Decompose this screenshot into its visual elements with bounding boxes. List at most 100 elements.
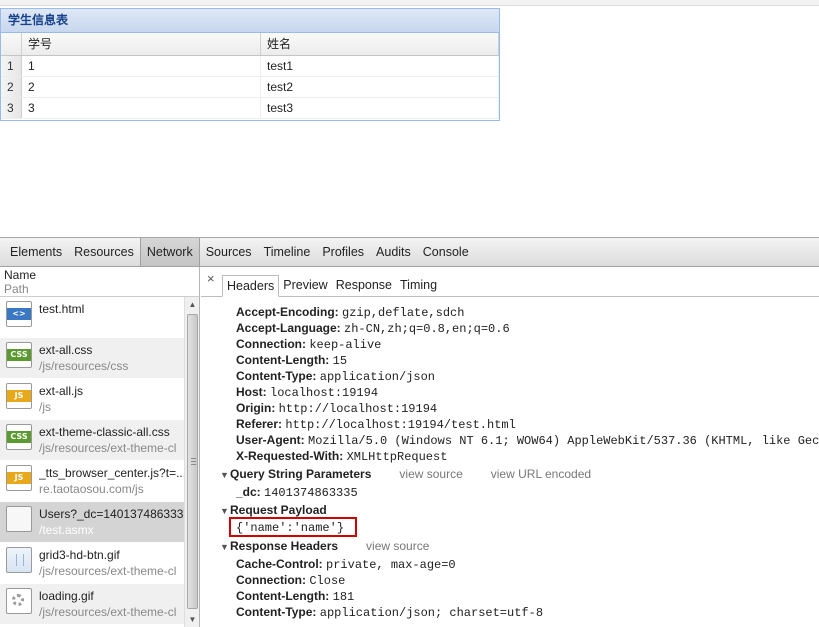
path-column-label: Path bbox=[4, 282, 29, 296]
header-row: X-Requested-With: XMLHttpRequest bbox=[236, 448, 447, 465]
table-row[interactable]: 2 2 test2 bbox=[1, 77, 499, 98]
tab-headers[interactable]: Headers bbox=[222, 275, 280, 297]
request-details-panel: × Headers Preview Response Timing Accept… bbox=[201, 267, 819, 627]
header-key: Referer: bbox=[236, 417, 283, 431]
tab-elements[interactable]: Elements bbox=[4, 238, 68, 266]
payload-value: {'name':'name'} bbox=[236, 521, 345, 535]
request-path: /js/resources/css bbox=[39, 359, 129, 373]
header-value: Close bbox=[309, 574, 346, 588]
grid-header: 学号 姓名 bbox=[1, 33, 499, 56]
list-item[interactable]: JS _tts_browser_center.js?t=... re.taotao… bbox=[0, 461, 184, 502]
header-row: Content-Type: application/json bbox=[236, 368, 435, 385]
request-path: re.taotaosou.com/js bbox=[39, 482, 144, 496]
table-row[interactable]: 1 1 test1 bbox=[1, 56, 499, 77]
scroll-down-arrow-icon[interactable]: ▼ bbox=[185, 612, 200, 627]
view-url-encoded-link[interactable]: view URL encoded bbox=[491, 467, 591, 481]
cell-id: 2 bbox=[22, 77, 261, 97]
header-value: private, max-age=0 bbox=[326, 558, 456, 572]
blank-file-icon bbox=[6, 506, 32, 532]
header-row: Connection: Close bbox=[236, 572, 345, 589]
scroll-up-arrow-icon[interactable]: ▲ bbox=[185, 297, 200, 312]
scrollbar-thumb[interactable] bbox=[187, 314, 198, 609]
grid-title: 学生信息表 bbox=[1, 9, 499, 33]
list-item-selected[interactable]: Users?_dc=1401374863335/test.asmx bbox=[0, 502, 184, 543]
table-row[interactable]: 3 3 test3 bbox=[1, 98, 499, 119]
tab-preview[interactable]: Preview bbox=[279, 275, 331, 296]
headers-view: Accept-Encoding: gzip,deflate,sdch Accep… bbox=[201, 298, 819, 627]
tab-audits[interactable]: Audits bbox=[370, 238, 417, 266]
header-key: Accept-Language: bbox=[236, 321, 341, 335]
tab-resources[interactable]: Resources bbox=[68, 238, 140, 266]
view-source-link[interactable]: view source bbox=[399, 467, 462, 481]
request-name: _tts_browser_center.js?t=... bbox=[39, 466, 184, 480]
header-value: keep-alive bbox=[309, 338, 382, 352]
devtools-tabbar: Elements Resources Network Sources Timel… bbox=[0, 237, 819, 267]
header-key: User-Agent: bbox=[236, 433, 305, 447]
row-number: 1 bbox=[1, 56, 22, 76]
response-section-header[interactable]: ▼Response Headers view source bbox=[220, 538, 429, 555]
header-key: Origin: bbox=[236, 401, 276, 415]
student-grid: 学生信息表 学号 姓名 1 1 test1 2 2 test2 3 3 test… bbox=[0, 8, 500, 121]
close-icon[interactable]: × bbox=[207, 272, 215, 286]
header-value: 181 bbox=[332, 590, 355, 604]
request-path: /js/resources/ext-theme-cl bbox=[39, 441, 177, 455]
request-name: Users?_dc=1401374863335 bbox=[39, 507, 184, 521]
header-value: XMLHttpRequest bbox=[346, 450, 448, 464]
tab-timing[interactable]: Timing bbox=[396, 275, 441, 296]
header-row: Content-Length: 181 bbox=[236, 588, 354, 605]
rownumber-header bbox=[1, 33, 22, 55]
header-key: Content-Type: bbox=[236, 369, 317, 383]
header-key: Host: bbox=[236, 385, 267, 399]
list-item[interactable]: CSS ext-all.css/js/resources/css bbox=[0, 338, 184, 379]
list-item[interactable]: JS ext-all.js/js bbox=[0, 379, 184, 420]
param-value: 1401374863335 bbox=[264, 486, 358, 500]
header-key: Content-Length: bbox=[236, 353, 330, 367]
tab-response[interactable]: Response bbox=[332, 275, 396, 296]
header-row: Cache-Control: private, max-age=0 bbox=[236, 556, 456, 573]
tab-console[interactable]: Console bbox=[417, 238, 475, 266]
request-name: test.html bbox=[39, 302, 85, 316]
tab-profiles[interactable]: Profiles bbox=[316, 238, 370, 266]
header-key: X-Requested-With: bbox=[236, 449, 344, 463]
request-list-scrollbar[interactable]: ▲ ▼ bbox=[184, 297, 199, 627]
request-path: /js/resources/ext-theme-cl bbox=[39, 605, 177, 619]
tab-network[interactable]: Network bbox=[139, 238, 200, 266]
expand-triangle-icon[interactable]: ▼ bbox=[220, 467, 230, 483]
cell-id: 3 bbox=[22, 98, 261, 118]
header-value: 15 bbox=[332, 354, 348, 368]
section-title: Request Payload bbox=[230, 503, 327, 517]
header-row: Connection: keep-alive bbox=[236, 336, 381, 353]
list-item[interactable]: CSS ext-theme-classic-all.css/js/resourc… bbox=[0, 420, 184, 461]
request-name: ext-theme-classic-all.css bbox=[39, 425, 170, 439]
column-header-id[interactable]: 学号 bbox=[22, 33, 261, 55]
list-item[interactable]: grid3-hd-btn.gif/js/resources/ext-theme-… bbox=[0, 543, 184, 584]
view-source-link[interactable]: view source bbox=[366, 539, 429, 553]
tab-timeline[interactable]: Timeline bbox=[258, 238, 317, 266]
header-value: gzip,deflate,sdch bbox=[342, 306, 465, 320]
expand-triangle-icon[interactable]: ▼ bbox=[220, 539, 230, 555]
header-value: Mozilla/5.0 (Windows NT 6.1; WOW64) Appl… bbox=[308, 434, 819, 448]
header-key: Content-Length: bbox=[236, 589, 330, 603]
css-file-icon: CSS bbox=[6, 342, 32, 368]
request-name: ext-all.js bbox=[39, 384, 84, 398]
header-value: zh-CN,zh;q=0.8,en;q=0.6 bbox=[344, 322, 510, 336]
row-number: 2 bbox=[1, 77, 22, 97]
header-row: Origin: http://localhost:19194 bbox=[236, 400, 437, 417]
header-value: application/json; charset=utf-8 bbox=[319, 606, 544, 620]
request-list-header[interactable]: Name Path bbox=[0, 267, 199, 297]
header-value: http://localhost:19194 bbox=[278, 402, 438, 416]
header-value: localhost:19194 bbox=[270, 386, 379, 400]
list-item[interactable]: loading.gif/js/resources/ext-theme-cl bbox=[0, 584, 184, 625]
cell-name: test1 bbox=[261, 56, 499, 76]
column-header-name[interactable]: 姓名 bbox=[261, 33, 499, 55]
details-tabbar: × Headers Preview Response Timing bbox=[201, 267, 819, 297]
list-item[interactable]: <> test.html bbox=[0, 297, 184, 338]
top-page-strip bbox=[0, 0, 819, 6]
query-section-header[interactable]: ▼Query String Parameters view source view … bbox=[220, 466, 591, 483]
section-title: Response Headers bbox=[230, 539, 339, 553]
request-name: grid3-hd-btn.gif bbox=[39, 548, 120, 562]
header-key: Accept-Encoding: bbox=[236, 305, 339, 319]
name-column-label: Name bbox=[4, 268, 37, 282]
tab-sources[interactable]: Sources bbox=[200, 238, 258, 266]
header-key: Connection: bbox=[236, 337, 306, 351]
